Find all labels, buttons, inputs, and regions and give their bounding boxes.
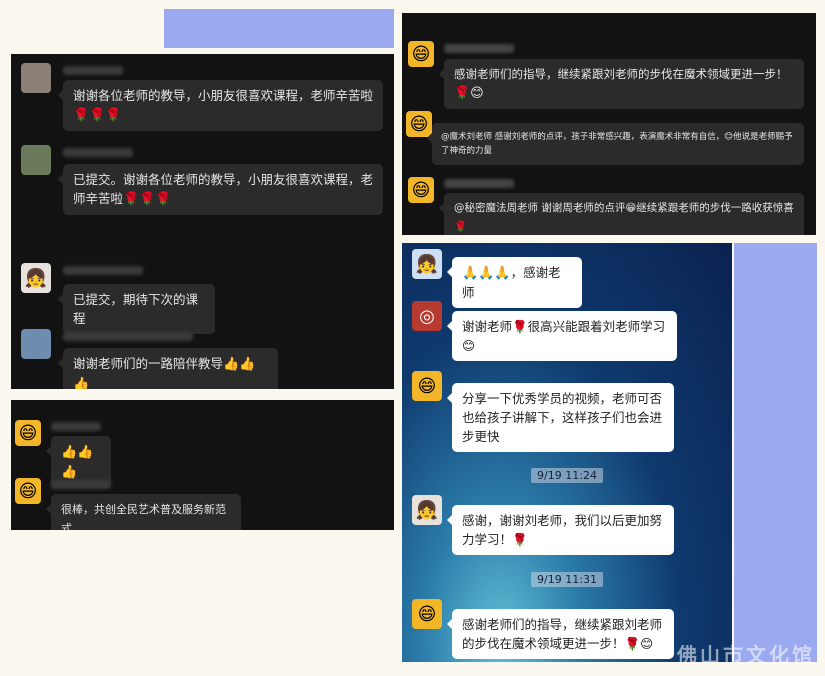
chat-bubble[interactable]: @秘密魔法周老师 谢谢周老师的点评😁继续紧跟老师的步伐一路收获惊喜🌹 (439, 193, 804, 235)
cartoon-icon: 😄 (417, 603, 437, 625)
thumbs-up-icon: 👍👍👍 (61, 445, 94, 480)
smile-icon: 😊 (724, 132, 734, 142)
sender-name (51, 480, 111, 489)
chat-bubble[interactable]: 已提交。谢谢各位老师的教导，小朋友很喜欢课程，老师辛苦啦🌹🌹🌹 (58, 164, 383, 215)
chat-bubble[interactable]: 谢谢各位老师的教导，小朋友很喜欢课程，老师辛苦啦 🌹🌹🌹 (58, 80, 383, 131)
person-icon: 👧 (415, 499, 439, 521)
avatar[interactable]: 😄 (408, 177, 434, 203)
cartoon-icon: 😄 (18, 422, 38, 444)
timestamp: 9/19 11:24 (531, 468, 603, 483)
decor-block-right (734, 243, 817, 662)
chat-bubble[interactable]: 感谢老师们的指导，继续紧跟刘老师的步伐在魔术领域更进一步！🌹😊 (439, 59, 804, 109)
chat-panel-2: 😄 👍👍👍 😄 很棒，共创全民艺术普及服务新范式 (11, 400, 394, 530)
chat-bubble[interactable]: 谢谢老师们的一路陪伴教导👍👍👍 (58, 348, 278, 389)
grin-icon: 😁 (625, 202, 637, 214)
avatar[interactable]: 😄 (408, 41, 434, 67)
chat-bubble[interactable]: 感谢老师们的指导，继续紧跟刘老师的步伐在魔术领域更进一步！🌹😊 (447, 609, 674, 659)
avatar[interactable]: 😄 (412, 371, 442, 401)
rose-icon: 🌹 (454, 221, 468, 233)
avatar[interactable]: ◎ (412, 301, 442, 331)
avatar[interactable] (21, 63, 51, 93)
smile-icon: 😊 (462, 338, 476, 353)
avatar[interactable]: 👧 (412, 495, 442, 525)
rose-icon: 🌹 (512, 319, 528, 334)
sender-name (63, 332, 193, 341)
sender-name (63, 148, 133, 157)
chat-bubble[interactable]: 感谢，谢谢刘老师，我们以后更加努力学习！🌹 (447, 505, 674, 555)
chat-bubble[interactable]: 很棒，共创全民艺术普及服务新范式 (46, 494, 241, 530)
chat-bubble[interactable]: 已提交，期待下次的课程 (58, 284, 215, 334)
chat-bubble[interactable]: 🙏🙏🙏，感谢老师 (447, 257, 582, 308)
avatar[interactable]: 😄 (412, 599, 442, 629)
sender-name (63, 266, 143, 275)
chat-panel-1: 谢谢各位老师的教导，小朋友很喜欢课程，老师辛苦啦 🌹🌹🌹 已提交。谢谢各位老师的… (11, 54, 394, 389)
cartoon-icon: 😄 (409, 113, 429, 135)
sender-name (444, 179, 514, 188)
cartoon-icon: 😄 (417, 375, 437, 397)
avatar[interactable]: 👧 (412, 249, 442, 279)
person-icon: 👧 (415, 253, 439, 275)
rose-icon: 🌹🌹🌹 (73, 108, 122, 123)
watermark-logo: 佛山市文化馆 (677, 643, 815, 667)
chat-panel-4: 👧 🙏🙏🙏，感谢老师 ◎ 谢谢老师🌹很高兴能跟着刘老师学习 😊 😄 分享一下优秀… (402, 243, 732, 662)
cartoon-icon: 😄 (411, 43, 431, 65)
cartoon-icon: 😄 (18, 480, 38, 502)
cartoon-icon: 😄 (411, 179, 431, 201)
chat-panel-3: 😄 感谢老师们的指导，继续紧跟刘老师的步伐在魔术领域更进一步！🌹😊 😄 @魔术刘… (402, 13, 816, 235)
clap-icon: 🙏🙏🙏 (462, 266, 511, 281)
avatar[interactable] (21, 145, 51, 175)
avatar[interactable]: 😄 (15, 420, 41, 446)
person-icon: 👧 (24, 267, 48, 289)
avatar[interactable] (21, 329, 51, 359)
sender-name (444, 44, 514, 53)
chat-bubble[interactable]: @魔术刘老师 感谢刘老师的点评，孩子非常感兴趣，表演魔术非常有自信，😊他说是老师… (427, 123, 804, 165)
chat-bubble[interactable]: 谢谢老师🌹很高兴能跟着刘老师学习 😊 (447, 311, 677, 361)
avatar[interactable]: 👧 (21, 263, 51, 293)
rose-icon: 🌹😊 (454, 86, 484, 101)
rose-icon: 🌹 (512, 532, 528, 547)
avatar[interactable]: 😄 (15, 478, 41, 504)
rose-icon: 🌹🌹🌹 (123, 192, 172, 207)
chat-bubble[interactable]: 分享一下优秀学员的视频，老师可否也给孩子讲解下，这样孩子们也会进步更快 (447, 383, 674, 452)
timestamp: 9/19 11:31 (531, 572, 603, 587)
sender-name (63, 66, 123, 75)
sender-name (51, 422, 101, 431)
decor-block-top (164, 9, 394, 48)
rose-icon: 🌹😊 (624, 636, 654, 651)
